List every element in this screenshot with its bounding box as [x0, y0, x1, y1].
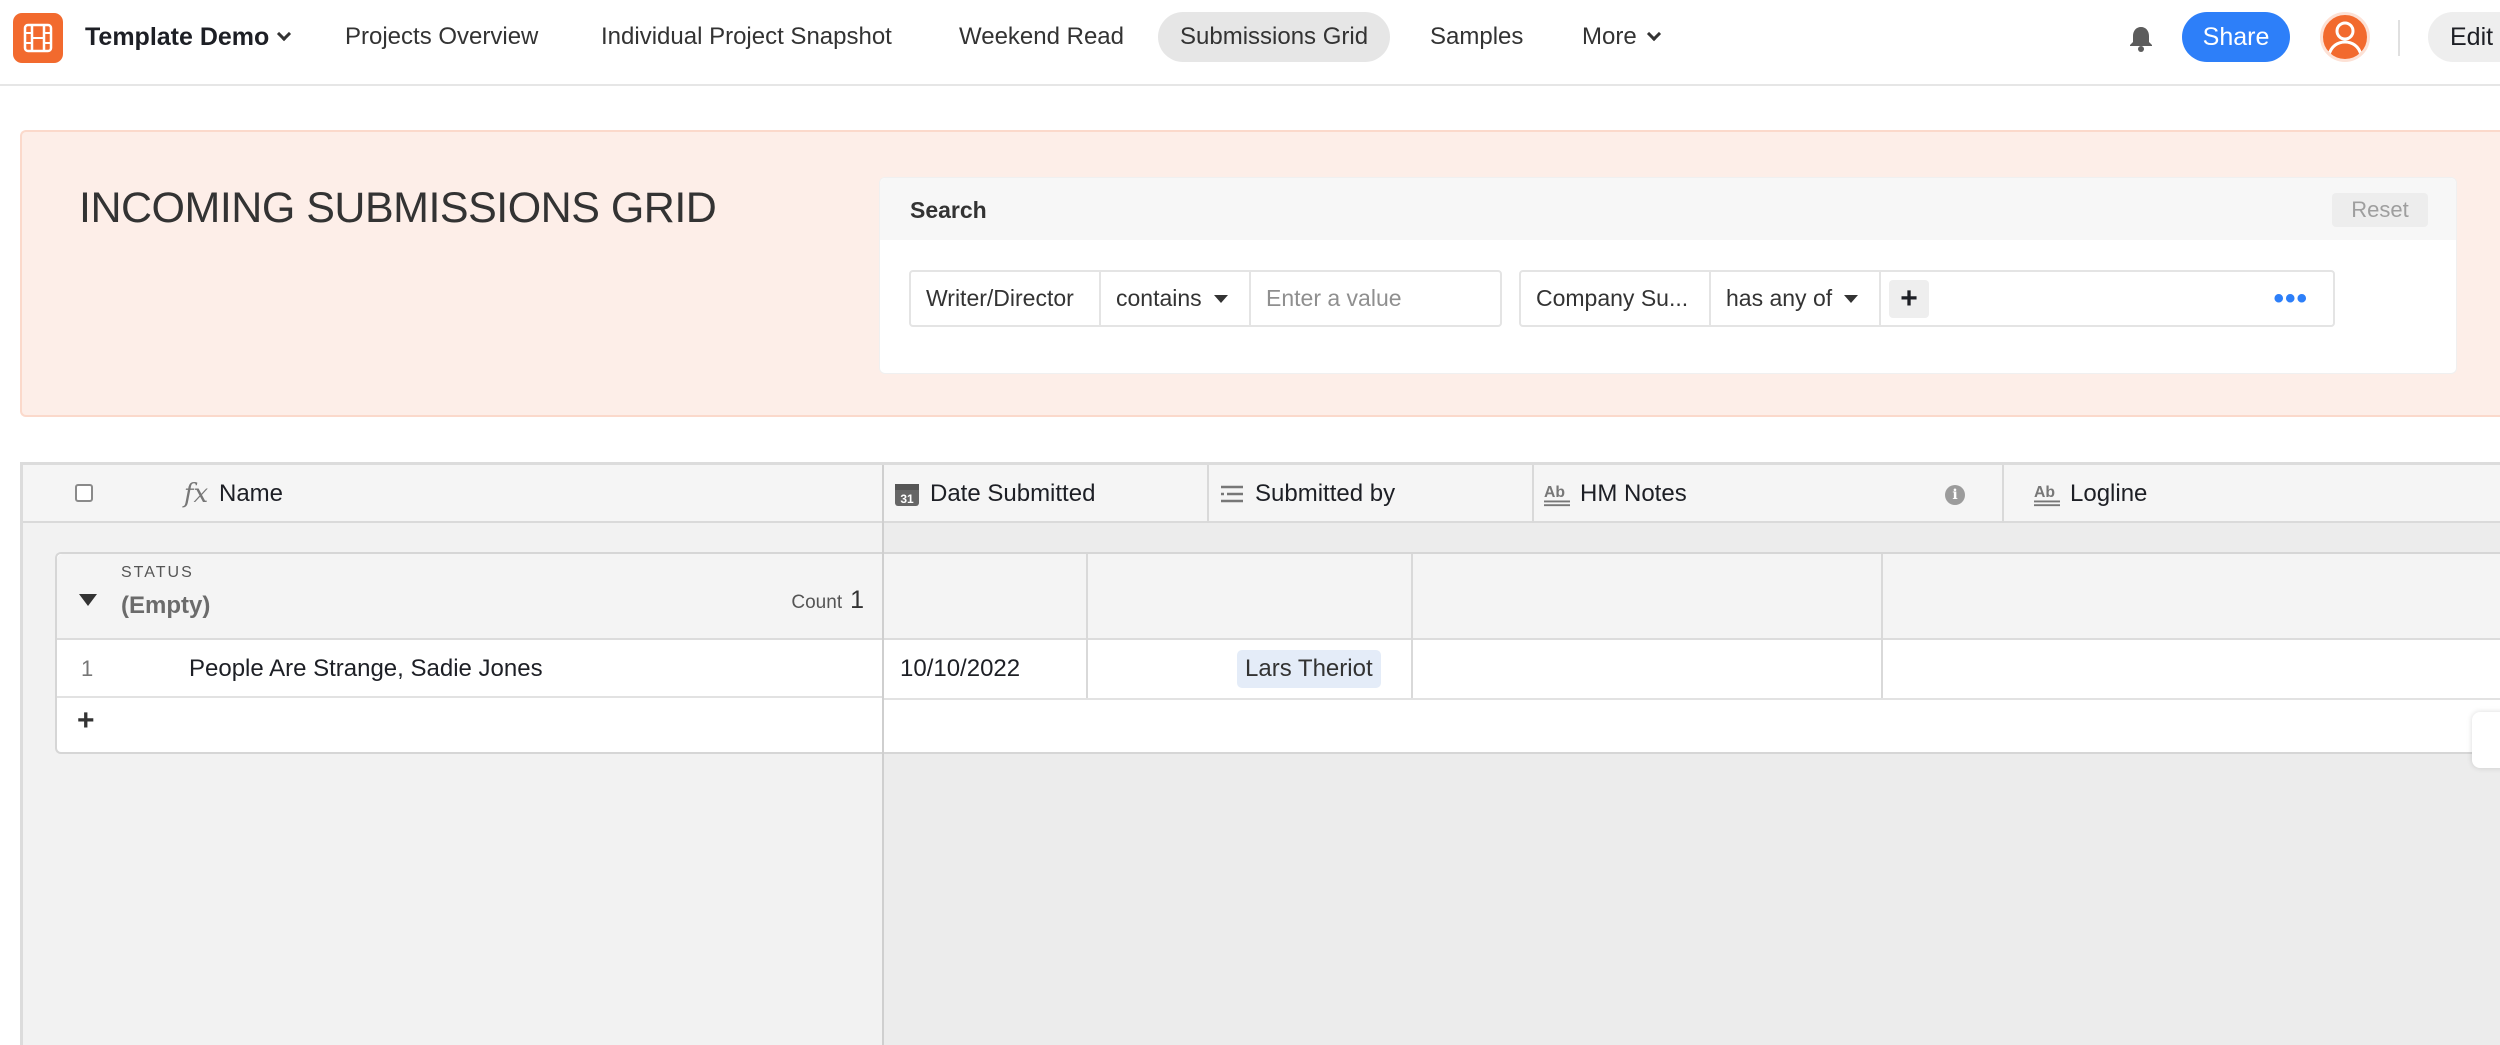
column-header-name[interactable]: fx Name	[183, 465, 283, 523]
table-row[interactable]: 1 People Are Strange, Sadie Jones	[57, 640, 884, 698]
more-menu[interactable]: More	[1560, 12, 1681, 62]
column-label: Logline	[2070, 480, 2148, 507]
tab-projects-overview[interactable]: Projects Overview	[323, 12, 560, 62]
column-label: Submitted by	[1255, 480, 1396, 507]
column-divider	[1207, 465, 1209, 523]
filter-operator-select[interactable]: contains	[1101, 272, 1251, 325]
edit-button[interactable]: Edit	[2428, 12, 2500, 62]
group-header-fields	[884, 554, 2500, 640]
row-number: 1	[81, 656, 94, 681]
svg-text:Ab: Ab	[2034, 484, 2055, 501]
frozen-column-divider	[882, 465, 884, 1045]
group-value: (Empty)	[121, 592, 211, 619]
count-label: Count	[791, 592, 843, 613]
caret-down-icon	[1213, 294, 1228, 303]
reset-button[interactable]: Reset	[2332, 193, 2428, 227]
group-header[interactable]: STATUS (Empty) Count 1	[57, 554, 884, 640]
info-icon[interactable]: i	[1945, 485, 1965, 505]
record-group-fields: 10/10/2022 Lars Theriot	[884, 552, 2500, 754]
filter-values: + •••	[1881, 272, 2333, 325]
tab-weekend-read[interactable]: Weekend Read	[937, 12, 1146, 62]
long-text-icon: Ab	[1544, 481, 1570, 507]
select-all-checkbox[interactable]	[75, 484, 93, 502]
filter-operator: has any of	[1726, 285, 1833, 311]
filter-company: Company Su... has any of + •••	[1519, 270, 2335, 327]
svg-text:31: 31	[900, 492, 914, 506]
more-label: More	[1582, 23, 1637, 50]
more-options-icon[interactable]: •••	[2273, 283, 2318, 314]
tab-samples[interactable]: Samples	[1408, 12, 1545, 62]
chevron-down-icon	[277, 26, 292, 42]
add-value-button[interactable]: +	[1889, 279, 1929, 318]
filter-operator: contains	[1116, 285, 1202, 311]
collapse-triangle-icon[interactable]	[79, 594, 97, 606]
film-icon[interactable]	[13, 13, 63, 63]
long-text-icon: Ab	[2034, 481, 2060, 507]
nav-divider	[2398, 20, 2400, 56]
table-row-fields	[884, 640, 2500, 700]
column-header-submitted-by[interactable]: Submitted by	[1219, 465, 1395, 523]
column-label: HM Notes	[1580, 480, 1687, 507]
column-divider	[2002, 465, 2004, 523]
filter-field[interactable]: Company Su...	[1521, 272, 1711, 325]
cell-name[interactable]: People Are Strange, Sadie Jones	[189, 655, 543, 683]
cell-submitted-by-chip[interactable]: Lars Theriot	[1237, 650, 1381, 688]
submissions-grid: fx Name 31 Date Submitted Submitted by A…	[20, 462, 2500, 1045]
group-count: Count 1	[791, 586, 864, 615]
filter-writer-director: Writer/Director contains Enter a value	[909, 270, 1502, 327]
column-divider	[1532, 465, 1534, 523]
group-field-label: STATUS	[121, 564, 194, 581]
tab-submissions-grid[interactable]: Submissions Grid	[1158, 12, 1391, 62]
search-title: Search	[910, 197, 987, 223]
chevron-down-icon	[1646, 26, 1661, 42]
lookup-icon	[1219, 481, 1245, 507]
bell-icon[interactable]	[2123, 20, 2159, 56]
filter-operator-select[interactable]: has any of	[1711, 272, 1881, 325]
page-title: INCOMING SUBMISSIONS GRID	[79, 184, 717, 232]
app-name: Template Demo	[85, 22, 270, 51]
column-label: Name	[219, 480, 284, 507]
column-header-hm-notes[interactable]: Ab HM Notes	[1544, 465, 1687, 523]
record-group: STATUS (Empty) Count 1 1 People Are Stra…	[55, 552, 884, 754]
cell-date-submitted[interactable]: 10/10/2022	[900, 655, 1020, 683]
svg-text:Ab: Ab	[1544, 484, 1565, 501]
formula-icon: fx	[183, 479, 209, 509]
avatar[interactable]	[2320, 12, 2370, 62]
app-name-dropdown[interactable]: Template Demo	[85, 22, 292, 52]
page-header-panel: INCOMING SUBMISSIONS GRID Search Reset W…	[20, 130, 2500, 417]
column-header-logline[interactable]: Ab Logline	[2034, 465, 2147, 523]
filter-value-input[interactable]: Enter a value	[1251, 272, 1500, 325]
column-label: Date Submitted	[930, 480, 1096, 507]
tab-individual-project-snapshot[interactable]: Individual Project Snapshot	[579, 12, 914, 62]
share-button[interactable]: Share	[2182, 12, 2290, 62]
grid-header: fx Name 31 Date Submitted Submitted by A…	[23, 465, 2500, 523]
calendar-icon: 31	[894, 481, 920, 507]
add-record-button[interactable]: +	[77, 704, 95, 738]
count-value: 1	[850, 586, 864, 614]
search-panel-header: Search Reset	[880, 178, 2456, 240]
caret-down-icon	[1844, 294, 1859, 303]
side-panel-handle[interactable]	[2472, 712, 2500, 768]
filter-field[interactable]: Writer/Director	[911, 272, 1101, 325]
search-panel: Search Reset Writer/Director contains En…	[879, 177, 2457, 374]
column-header-date-submitted[interactable]: 31 Date Submitted	[894, 465, 1095, 523]
top-nav-bar: Template Demo Projects Overview Individu…	[0, 0, 2500, 86]
